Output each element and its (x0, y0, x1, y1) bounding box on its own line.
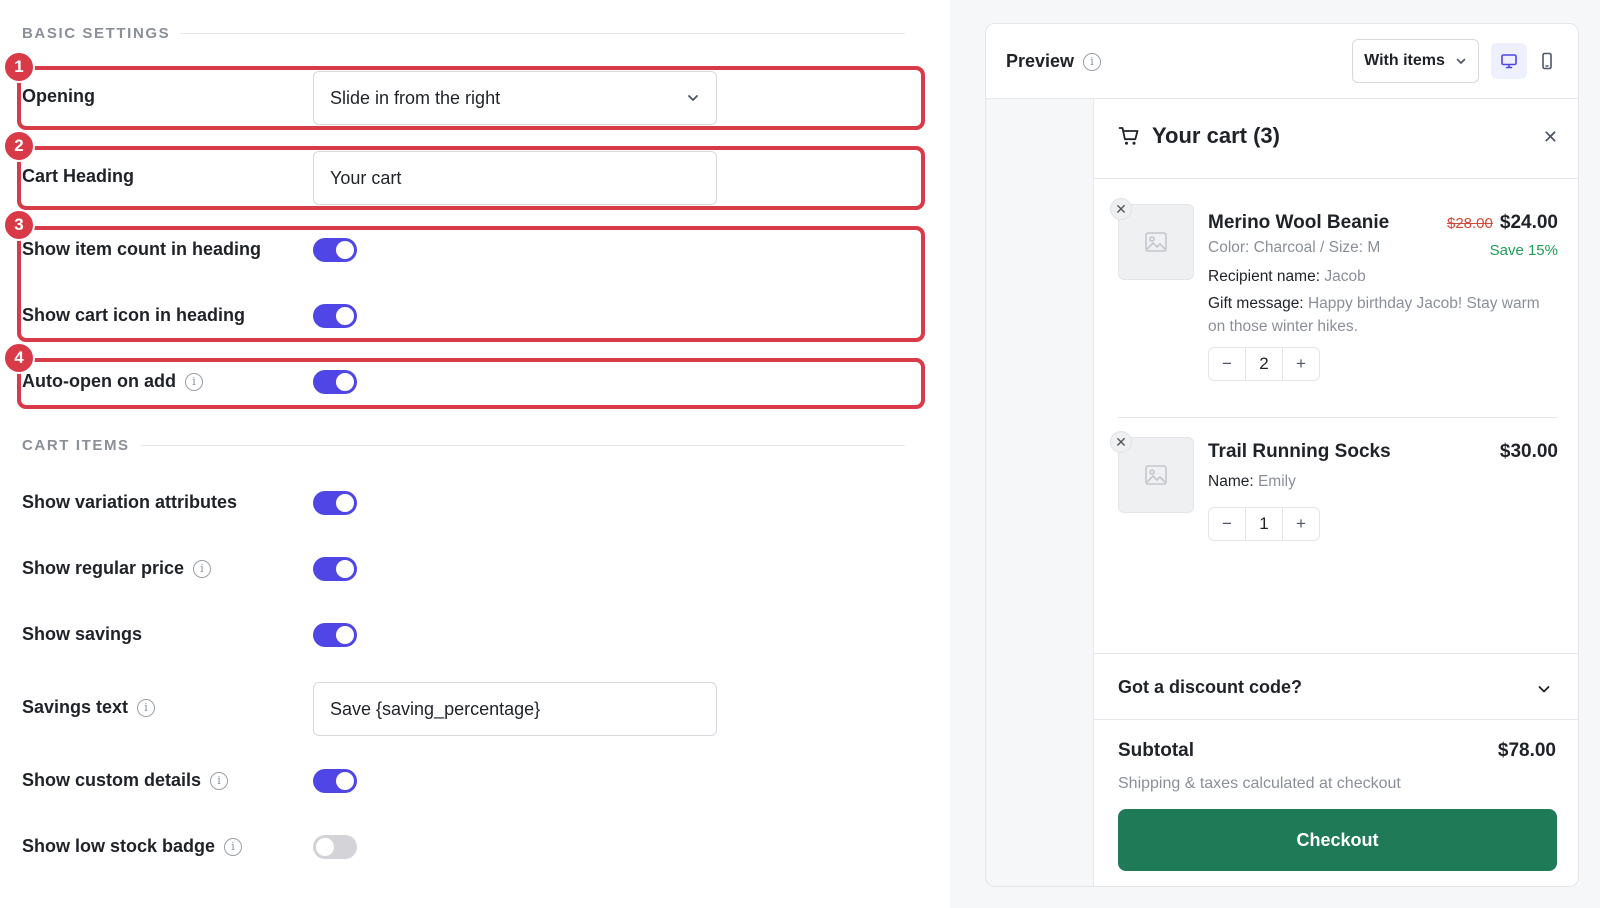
new-price: $30.00 (1499, 441, 1558, 462)
settings-panel: BASIC SETTINGS Opening Slide in from the… (0, 0, 950, 908)
toggle-knob (336, 307, 354, 325)
quantity-stepper[interactable]: − 1 + (1208, 507, 1320, 541)
section-divider (141, 445, 905, 446)
toggle-knob (336, 772, 354, 790)
image-placeholder-icon (1145, 232, 1167, 252)
auto-open-toggle[interactable] (313, 370, 357, 394)
info-icon[interactable]: i (224, 837, 243, 856)
show-savings-toggle[interactable] (313, 623, 357, 647)
close-icon[interactable]: ✕ (1543, 127, 1558, 148)
toggle-knob (336, 494, 354, 512)
annotation-badge: 1 (3, 51, 35, 83)
desktop-icon (1501, 54, 1517, 69)
savings-text-label: Savings text i (22, 697, 156, 718)
show-low-stock-label: Show low stock badge i (22, 836, 243, 857)
savings-text-input[interactable] (313, 682, 717, 736)
info-icon[interactable]: i (210, 771, 229, 790)
show-custom-details-toggle[interactable] (313, 769, 357, 793)
show-cart-icon-toggle[interactable] (313, 304, 357, 328)
remove-item-icon[interactable]: ✕ (1110, 198, 1132, 220)
chevron-down-icon (1456, 58, 1466, 64)
opening-select[interactable]: Slide in from the right (313, 71, 717, 125)
cart-heading-input[interactable] (313, 151, 717, 205)
savings-badge: Save 15% (1489, 242, 1558, 259)
annotation-badge: 3 (3, 209, 35, 241)
mobile-view-button[interactable] (1529, 43, 1565, 79)
show-variation-label: Show variation attributes (22, 492, 238, 512)
discount-toggle[interactable]: Got a discount code? (1118, 677, 1302, 698)
annotation-badge: 4 (3, 342, 35, 374)
image-placeholder-icon (1145, 465, 1167, 485)
recipient-detail: Recipient name: Jacob (1208, 268, 1366, 285)
chevron-down-icon[interactable] (1536, 681, 1552, 697)
toggle-knob (316, 838, 334, 856)
item-name: Trail Running Socks (1208, 441, 1391, 462)
desktop-view-button[interactable] (1491, 43, 1527, 79)
show-low-stock-toggle[interactable] (313, 835, 357, 859)
old-price: $28.00 (1446, 215, 1493, 232)
mobile-icon (1542, 52, 1552, 70)
cart-drawer: Your cart (3) ✕ ✕ Merino Wool Beanie $28… (1093, 99, 1578, 886)
item-price: $28.00 $24.00 Save 15% (1447, 212, 1558, 259)
info-icon[interactable]: i (1083, 52, 1102, 71)
divider (1094, 653, 1578, 654)
cart-item: ✕ Trail Running Socks $30.00 Name: Emily… (1110, 431, 1558, 547)
show-regular-price-label: Show regular price i (22, 558, 212, 579)
section-heading-cart-items: CART ITEMS (22, 437, 130, 454)
item-price: $30.00 (1500, 441, 1558, 463)
item-variant: Color: Charcoal / Size: M (1208, 239, 1381, 256)
plus-icon[interactable]: + (1283, 354, 1319, 374)
subtotal-label: Subtotal (1118, 740, 1194, 761)
item-name: Merino Wool Beanie (1208, 212, 1390, 233)
new-price: $24.00 (1499, 212, 1558, 233)
shipping-note: Shipping & taxes calculated at checkout (1118, 775, 1401, 792)
preview-card: Preview i With items Your cart (3) ✕ ✕ M… (985, 23, 1579, 887)
toggle-knob (336, 560, 354, 578)
toggle-knob (336, 241, 354, 259)
cart-icon (1118, 127, 1139, 145)
section-divider (180, 33, 905, 34)
subtotal-value: $78.00 (1497, 740, 1556, 761)
plus-icon[interactable]: + (1283, 514, 1319, 534)
show-custom-details-label: Show custom details i (22, 770, 229, 791)
show-item-count-toggle[interactable] (313, 238, 357, 262)
info-icon[interactable]: i (193, 559, 212, 578)
name-detail: Name: Emily (1208, 473, 1296, 490)
divider (1094, 719, 1578, 720)
cart-heading-label: Cart Heading (22, 166, 135, 186)
preview-mode-select[interactable]: With items (1352, 39, 1479, 83)
info-icon[interactable]: i (137, 698, 156, 717)
toggle-knob (336, 373, 354, 391)
checkout-button[interactable]: Checkout (1118, 809, 1557, 871)
annotation-badge: 2 (3, 130, 35, 162)
preview-header: Preview i With items (986, 24, 1578, 99)
remove-item-icon[interactable]: ✕ (1110, 431, 1132, 453)
opening-select-value: Slide in from the right (330, 87, 501, 108)
show-item-count-label: Show item count in heading (22, 239, 262, 259)
section-heading-basic: BASIC SETTINGS (22, 25, 171, 42)
divider (1118, 417, 1558, 418)
preview-mode-value: With items (1364, 52, 1445, 69)
quantity-stepper[interactable]: − 2 + (1208, 347, 1320, 381)
gift-message-detail: Gift message: Happy birthday Jacob! Stay… (1208, 295, 1540, 335)
cart-title: Your cart (3) (1118, 123, 1280, 149)
divider (1094, 178, 1578, 179)
info-icon[interactable]: i (184, 372, 203, 391)
cart-item: ✕ Merino Wool Beanie $28.00 $24.00 Save 1… (1110, 198, 1558, 404)
minus-icon[interactable]: − (1209, 354, 1245, 374)
show-savings-label: Show savings (22, 624, 143, 644)
auto-open-label: Auto-open on add i (22, 371, 203, 392)
minus-icon[interactable]: − (1209, 514, 1245, 534)
quantity-value: 2 (1245, 348, 1283, 380)
opening-label: Opening (22, 86, 95, 106)
show-regular-price-toggle[interactable] (313, 557, 357, 581)
chevron-down-icon (688, 95, 698, 101)
toggle-knob (336, 626, 354, 644)
preview-title: Preview i (1006, 51, 1102, 72)
quantity-value: 1 (1245, 508, 1283, 540)
show-cart-icon-label: Show cart icon in heading (22, 305, 246, 325)
show-variation-toggle[interactable] (313, 491, 357, 515)
